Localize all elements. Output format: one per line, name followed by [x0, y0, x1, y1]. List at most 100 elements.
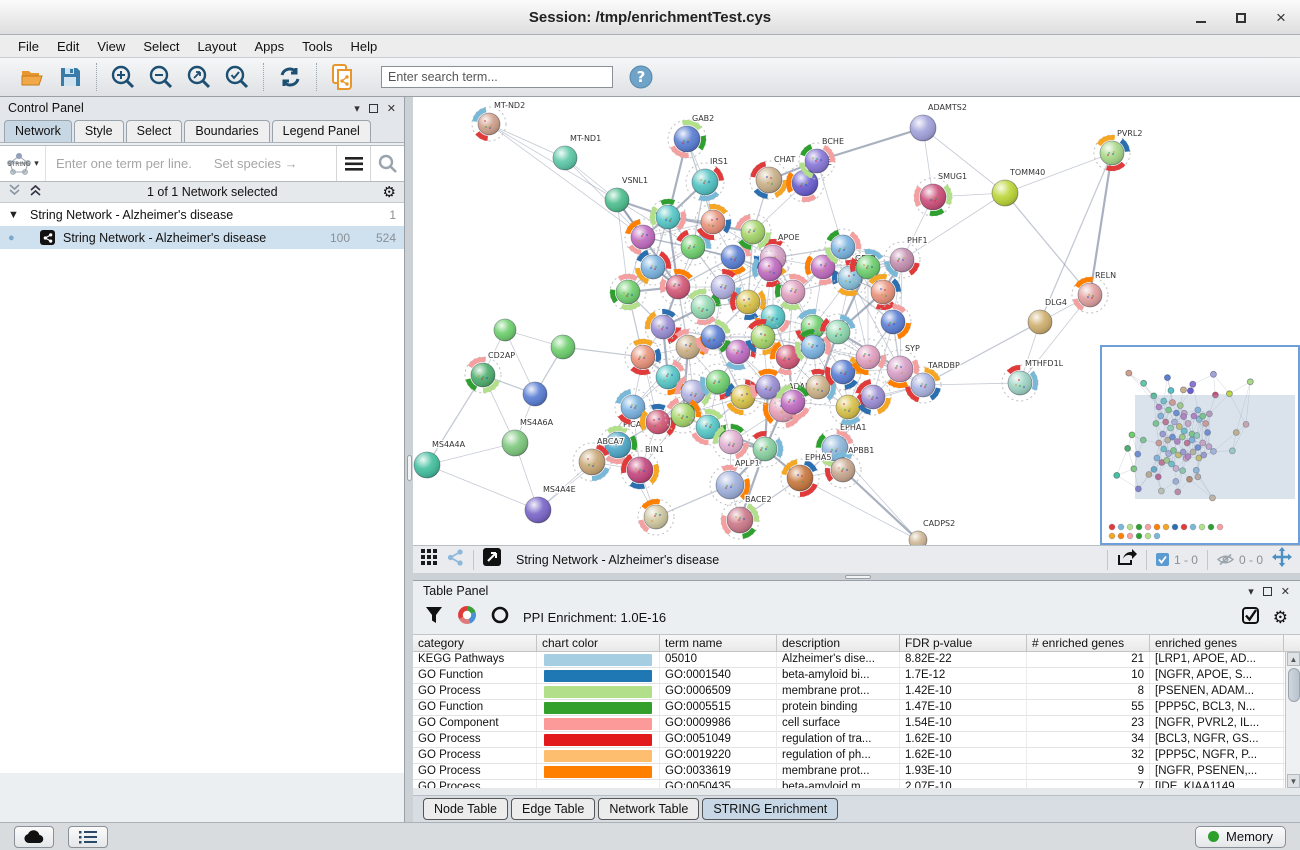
- node-RELN[interactable]: RELN: [1072, 271, 1116, 313]
- zoom-selected-icon[interactable]: [223, 63, 251, 91]
- node[interactable]: [775, 274, 811, 310]
- table-row[interactable]: GO FunctionGO:0001540beta-amyloid bi...1…: [413, 668, 1300, 684]
- network-item-row[interactable]: ● String Network - Alzheimer's disease 1…: [0, 226, 404, 249]
- tab-legend-panel[interactable]: Legend Panel: [272, 120, 371, 142]
- fit-content-icon[interactable]: [1272, 547, 1292, 572]
- network-collection-row[interactable]: ▼ String Network - Alzheimer's disease 1: [0, 203, 404, 226]
- minimize-icon[interactable]: [1192, 9, 1210, 27]
- node-DLG4[interactable]: DLG4: [1028, 298, 1067, 334]
- node-CADPS2[interactable]: CADPS2: [909, 519, 955, 545]
- search-input[interactable]: [381, 66, 613, 88]
- cloud-tasks-button[interactable]: [14, 826, 54, 848]
- table-row[interactable]: GO ProcessGO:0006509membrane prot...1.42…: [413, 684, 1300, 700]
- share-view-icon[interactable]: [447, 549, 464, 571]
- string-options-icon[interactable]: [336, 146, 370, 181]
- string-search-icon[interactable]: [370, 146, 404, 181]
- vertical-splitter[interactable]: [405, 97, 413, 822]
- network-options-gear-icon[interactable]: ⚙: [383, 183, 396, 201]
- select-rows-icon[interactable]: [1242, 607, 1259, 629]
- node[interactable]: [635, 249, 671, 285]
- node-ADAMTS2[interactable]: ADAMTS2: [910, 103, 967, 141]
- node[interactable]: [638, 499, 674, 535]
- node[interactable]: [551, 335, 575, 359]
- table-horizontal-scroll-area[interactable]: [413, 788, 1300, 796]
- maximize-icon[interactable]: [1232, 9, 1250, 27]
- node[interactable]: [875, 304, 911, 340]
- node-CD2AP[interactable]: [1125, 445, 1131, 451]
- node-MTHFD1L[interactable]: MTHFD1L: [1002, 359, 1064, 401]
- draw-charts-icon[interactable]: [457, 605, 477, 630]
- node[interactable]: [735, 214, 771, 250]
- node[interactable]: [820, 314, 856, 350]
- detach-view-icon[interactable]: [483, 548, 501, 571]
- menu-select[interactable]: Select: [135, 37, 187, 56]
- menu-file[interactable]: File: [10, 37, 47, 56]
- column-header-2[interactable]: term name: [660, 635, 777, 651]
- node-MT-ND1[interactable]: [1141, 380, 1147, 386]
- column-header-0[interactable]: category: [413, 635, 537, 651]
- node-CD2AP[interactable]: CD2AP: [465, 351, 515, 393]
- zoom-in-icon[interactable]: [109, 63, 137, 91]
- reset-charts-icon[interactable]: [491, 606, 509, 629]
- node-TOMM40[interactable]: TOMM40: [992, 168, 1045, 206]
- node[interactable]: [650, 359, 686, 395]
- table-float-icon[interactable]: [1263, 587, 1272, 596]
- expand-all-icon[interactable]: [29, 183, 42, 201]
- zoom-out-icon[interactable]: [147, 63, 175, 91]
- table-row[interactable]: GO ProcessGO:0051049regulation of tra...…: [413, 732, 1300, 748]
- string-dropdown-caret[interactable]: ▾: [34, 158, 39, 169]
- string-species-link[interactable]: Set species →: [214, 156, 336, 171]
- table-close-icon[interactable]: ✕: [1281, 585, 1290, 598]
- node-ACHE[interactable]: [1187, 388, 1193, 394]
- menu-apps[interactable]: Apps: [247, 37, 293, 56]
- scroll-thumb[interactable]: [1288, 668, 1300, 702]
- table-row[interactable]: KEGG Pathways05010Alzheimer's dise...8.8…: [413, 652, 1300, 668]
- grid-view-icon[interactable]: [421, 549, 438, 571]
- table-row[interactable]: GO ProcessGO:0033619membrane prot...1.93…: [413, 764, 1300, 780]
- node-GAB2[interactable]: [1164, 375, 1170, 381]
- node-ABCA7[interactable]: ABCA7: [573, 437, 624, 481]
- node-GAB2[interactable]: GAB2: [668, 114, 714, 158]
- node-MS4A4A[interactable]: MS4A4A: [414, 440, 466, 478]
- collection-expand-icon[interactable]: ▼: [8, 209, 30, 221]
- column-header-3[interactable]: description: [777, 635, 900, 651]
- node[interactable]: [645, 309, 681, 345]
- clone-network-icon[interactable]: [329, 63, 357, 91]
- node-SMUG1[interactable]: SMUG1: [914, 172, 967, 216]
- close-panel-icon[interactable]: ✕: [387, 102, 396, 115]
- birdseye-view[interactable]: [1100, 345, 1300, 545]
- menu-view[interactable]: View: [89, 37, 133, 56]
- node-MT-ND2[interactable]: [1126, 370, 1132, 376]
- scroll-down-icon[interactable]: ▼: [1287, 774, 1300, 788]
- column-header-6[interactable]: enriched genes: [1150, 635, 1284, 651]
- node-MT-ND2[interactable]: MT-ND2: [472, 101, 525, 141]
- node[interactable]: [825, 354, 861, 390]
- node-PVRL2[interactable]: [1247, 379, 1253, 385]
- node-BACE2[interactable]: BACE2: [721, 495, 772, 539]
- close-icon[interactable]: ×: [1272, 9, 1290, 27]
- table-row[interactable]: GO ProcessGO:0050435beta-amyloid m...2.0…: [413, 780, 1300, 788]
- menu-layout[interactable]: Layout: [189, 37, 244, 56]
- float-panel-icon[interactable]: [369, 104, 378, 113]
- tab-network[interactable]: Network: [4, 120, 72, 142]
- open-session-icon[interactable]: [18, 63, 46, 91]
- tab-boundaries[interactable]: Boundaries: [184, 120, 269, 142]
- birdseye-viewport-rect[interactable]: [1135, 395, 1295, 499]
- node[interactable]: [625, 219, 661, 255]
- node-BCHE[interactable]: BCHE: [799, 137, 844, 179]
- string-logo-icon[interactable]: STRING ▾: [0, 146, 46, 181]
- table-row[interactable]: GO ProcessGO:0019220regulation of ph...1…: [413, 748, 1300, 764]
- node[interactable]: [523, 382, 547, 406]
- export-network-icon[interactable]: [1117, 548, 1137, 571]
- help-icon[interactable]: ?: [627, 63, 655, 91]
- column-header-5[interactable]: # enriched genes: [1027, 635, 1150, 651]
- table-row[interactable]: GO FunctionGO:0005515protein binding1.47…: [413, 700, 1300, 716]
- node-VSNL1[interactable]: VSNL1: [605, 176, 648, 212]
- table-row[interactable]: GO ComponentGO:0009986cell surface1.54E-…: [413, 716, 1300, 732]
- node[interactable]: [625, 339, 661, 375]
- memory-button[interactable]: Memory: [1195, 826, 1286, 848]
- node-MT-ND1[interactable]: MT-ND1: [553, 134, 601, 170]
- node-BCHE[interactable]: [1190, 381, 1196, 387]
- tab-node-table[interactable]: Node Table: [423, 798, 508, 820]
- menu-help[interactable]: Help: [343, 37, 386, 56]
